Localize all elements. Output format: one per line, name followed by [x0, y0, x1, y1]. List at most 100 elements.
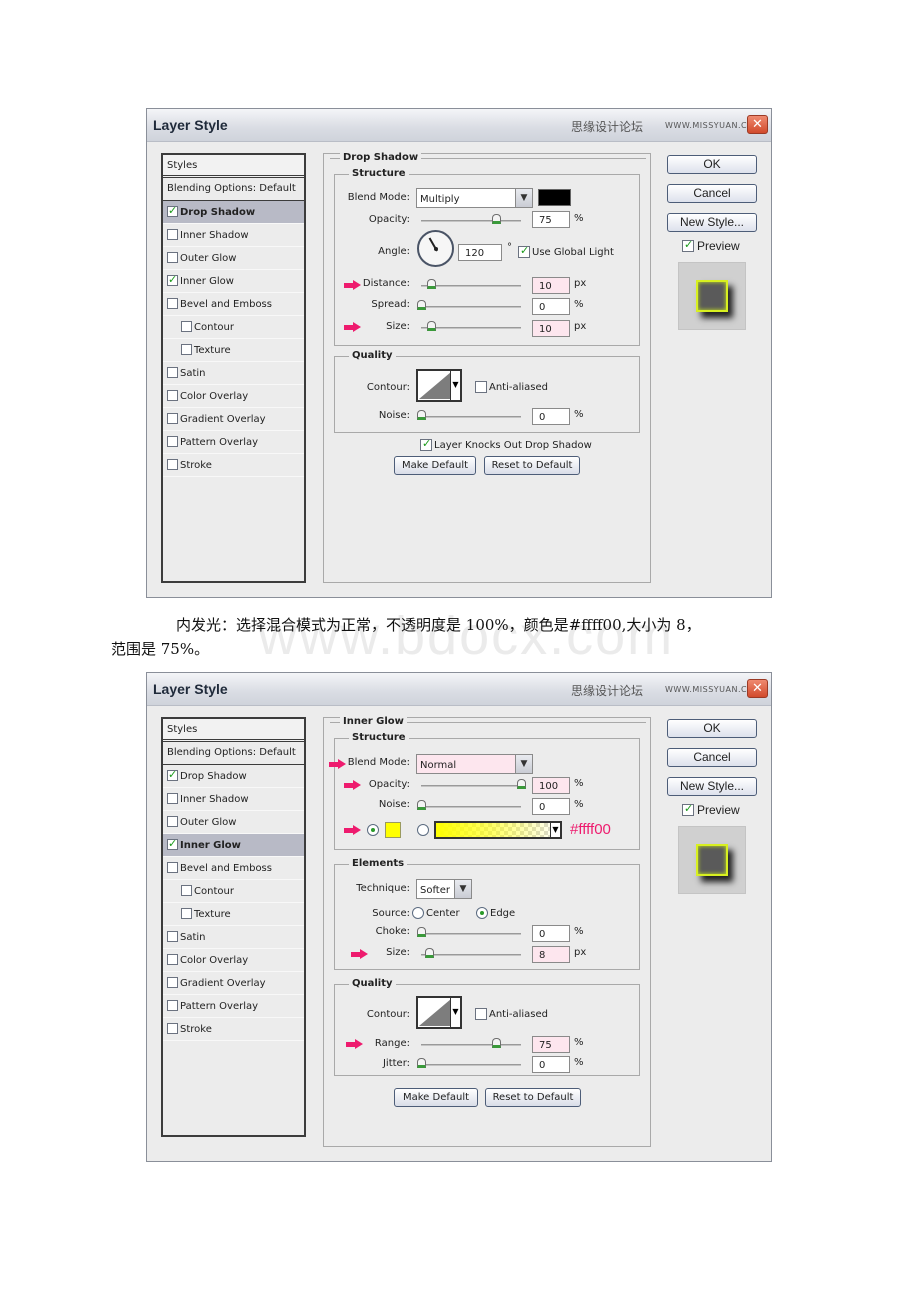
distance-slider-track[interactable]	[421, 285, 521, 287]
angle-dial[interactable]	[417, 230, 454, 267]
style-checkbox[interactable]	[167, 204, 178, 217]
jitter-slider-track[interactable]	[421, 1064, 521, 1066]
blending-options-item[interactable]: Blending Options: Default	[163, 742, 304, 765]
style-checkbox[interactable]	[167, 1000, 178, 1011]
style-item[interactable]: Stroke	[163, 454, 304, 477]
style-checkbox[interactable]	[181, 908, 192, 919]
distance-input[interactable]: 10	[532, 277, 570, 294]
use-global-light-checkbox[interactable]	[518, 244, 530, 258]
cancel-button[interactable]: Cancel	[667, 184, 757, 203]
style-checkbox[interactable]	[167, 413, 178, 424]
noise-slider-track[interactable]	[421, 806, 521, 808]
style-checkbox[interactable]	[167, 793, 178, 804]
style-item[interactable]: Satin	[163, 926, 304, 949]
spread-input[interactable]: 0	[532, 298, 570, 315]
source-edge-radio[interactable]	[476, 907, 488, 919]
glow-color-swatch[interactable]	[385, 822, 401, 838]
noise-input[interactable]: 0	[532, 408, 570, 425]
style-item[interactable]: Outer Glow	[163, 811, 304, 834]
size-slider-thumb[interactable]	[427, 321, 436, 331]
style-checkbox[interactable]	[167, 977, 178, 988]
size-slider-track[interactable]	[421, 327, 521, 329]
anti-aliased-checkbox[interactable]	[475, 1008, 487, 1020]
styles-header[interactable]: Styles	[163, 719, 304, 742]
new-style-button[interactable]: New Style...	[667, 777, 757, 796]
new-style-button[interactable]: New Style...	[667, 213, 757, 232]
style-item[interactable]: Inner Shadow	[163, 224, 304, 247]
size-input[interactable]: 8	[532, 946, 570, 963]
style-checkbox[interactable]	[167, 229, 178, 240]
opacity-slider-track[interactable]	[421, 785, 521, 787]
glow-gradient-picker[interactable]: ▼	[434, 821, 562, 839]
style-checkbox[interactable]	[167, 768, 178, 781]
preview-checkbox[interactable]	[682, 802, 694, 816]
contour-picker[interactable]: ▼	[416, 996, 462, 1029]
style-item[interactable]: Gradient Overlay	[163, 408, 304, 431]
style-item[interactable]: Texture	[163, 903, 304, 926]
opacity-input[interactable]: 100	[532, 777, 570, 794]
styles-header[interactable]: Styles	[163, 155, 304, 178]
noise-slider-thumb[interactable]	[417, 800, 426, 810]
source-center-radio[interactable]	[412, 907, 424, 919]
style-item[interactable]: Inner Shadow	[163, 788, 304, 811]
style-item[interactable]: Pattern Overlay	[163, 431, 304, 454]
noise-slider-thumb[interactable]	[417, 410, 426, 420]
knocks-out-checkbox[interactable]	[420, 437, 432, 451]
style-item[interactable]: Satin	[163, 362, 304, 385]
blend-mode-select[interactable]: Normal ▼	[416, 754, 533, 774]
style-checkbox[interactable]	[181, 885, 192, 896]
style-checkbox[interactable]	[167, 436, 178, 447]
range-input[interactable]: 75	[532, 1036, 570, 1053]
technique-select[interactable]: Softer ▼	[416, 879, 472, 899]
reset-to-default-button[interactable]: Reset to Default	[484, 456, 580, 475]
angle-input[interactable]: 120	[458, 244, 502, 261]
shadow-color-swatch[interactable]	[538, 189, 571, 206]
size-input[interactable]: 10	[532, 320, 570, 337]
spread-slider-thumb[interactable]	[417, 300, 426, 310]
style-item[interactable]: Bevel and Emboss	[163, 293, 304, 316]
reset-to-default-button[interactable]: Reset to Default	[485, 1088, 581, 1107]
style-checkbox[interactable]	[167, 298, 178, 309]
style-checkbox[interactable]	[167, 390, 178, 401]
style-item[interactable]: Color Overlay	[163, 385, 304, 408]
style-item[interactable]: Color Overlay	[163, 949, 304, 972]
choke-input[interactable]: 0	[532, 925, 570, 942]
style-item[interactable]: Bevel and Emboss	[163, 857, 304, 880]
style-item[interactable]: Pattern Overlay	[163, 995, 304, 1018]
jitter-input[interactable]: 0	[532, 1056, 570, 1073]
range-slider-track[interactable]	[421, 1044, 521, 1046]
jitter-slider-thumb[interactable]	[417, 1058, 426, 1068]
size-slider-thumb[interactable]	[425, 948, 434, 958]
style-item[interactable]: Inner Glow	[163, 270, 304, 293]
anti-aliased-checkbox[interactable]	[475, 381, 487, 393]
ok-button[interactable]: OK	[667, 719, 757, 738]
style-checkbox[interactable]	[167, 273, 178, 286]
opacity-slider-track[interactable]	[421, 220, 521, 222]
style-checkbox[interactable]	[167, 931, 178, 942]
close-button[interactable]: ✕	[747, 679, 768, 698]
style-checkbox[interactable]	[167, 837, 178, 850]
style-item[interactable]: Outer Glow	[163, 247, 304, 270]
contour-picker[interactable]: ▼	[416, 369, 462, 402]
spread-slider-track[interactable]	[421, 306, 521, 308]
blending-options-item[interactable]: Blending Options: Default	[163, 178, 304, 201]
style-item[interactable]: Drop Shadow	[163, 765, 304, 788]
range-slider-thumb[interactable]	[492, 1038, 501, 1048]
choke-slider-thumb[interactable]	[417, 927, 426, 937]
make-default-button[interactable]: Make Default	[394, 456, 476, 475]
style-checkbox[interactable]	[167, 954, 178, 965]
style-item[interactable]: Inner Glow	[163, 834, 304, 857]
choke-slider-track[interactable]	[421, 933, 521, 935]
style-checkbox[interactable]	[167, 459, 178, 470]
distance-slider-thumb[interactable]	[427, 279, 436, 289]
noise-input[interactable]: 0	[532, 798, 570, 815]
style-checkbox[interactable]	[167, 1023, 178, 1034]
style-checkbox[interactable]	[167, 816, 178, 827]
noise-slider-track[interactable]	[421, 416, 521, 418]
style-item[interactable]: Drop Shadow	[163, 201, 304, 224]
blend-mode-select[interactable]: Multiply ▼	[416, 188, 533, 208]
style-checkbox[interactable]	[181, 344, 192, 355]
gradient-radio[interactable]	[417, 824, 429, 836]
cancel-button[interactable]: Cancel	[667, 748, 757, 767]
style-item[interactable]: Texture	[163, 339, 304, 362]
